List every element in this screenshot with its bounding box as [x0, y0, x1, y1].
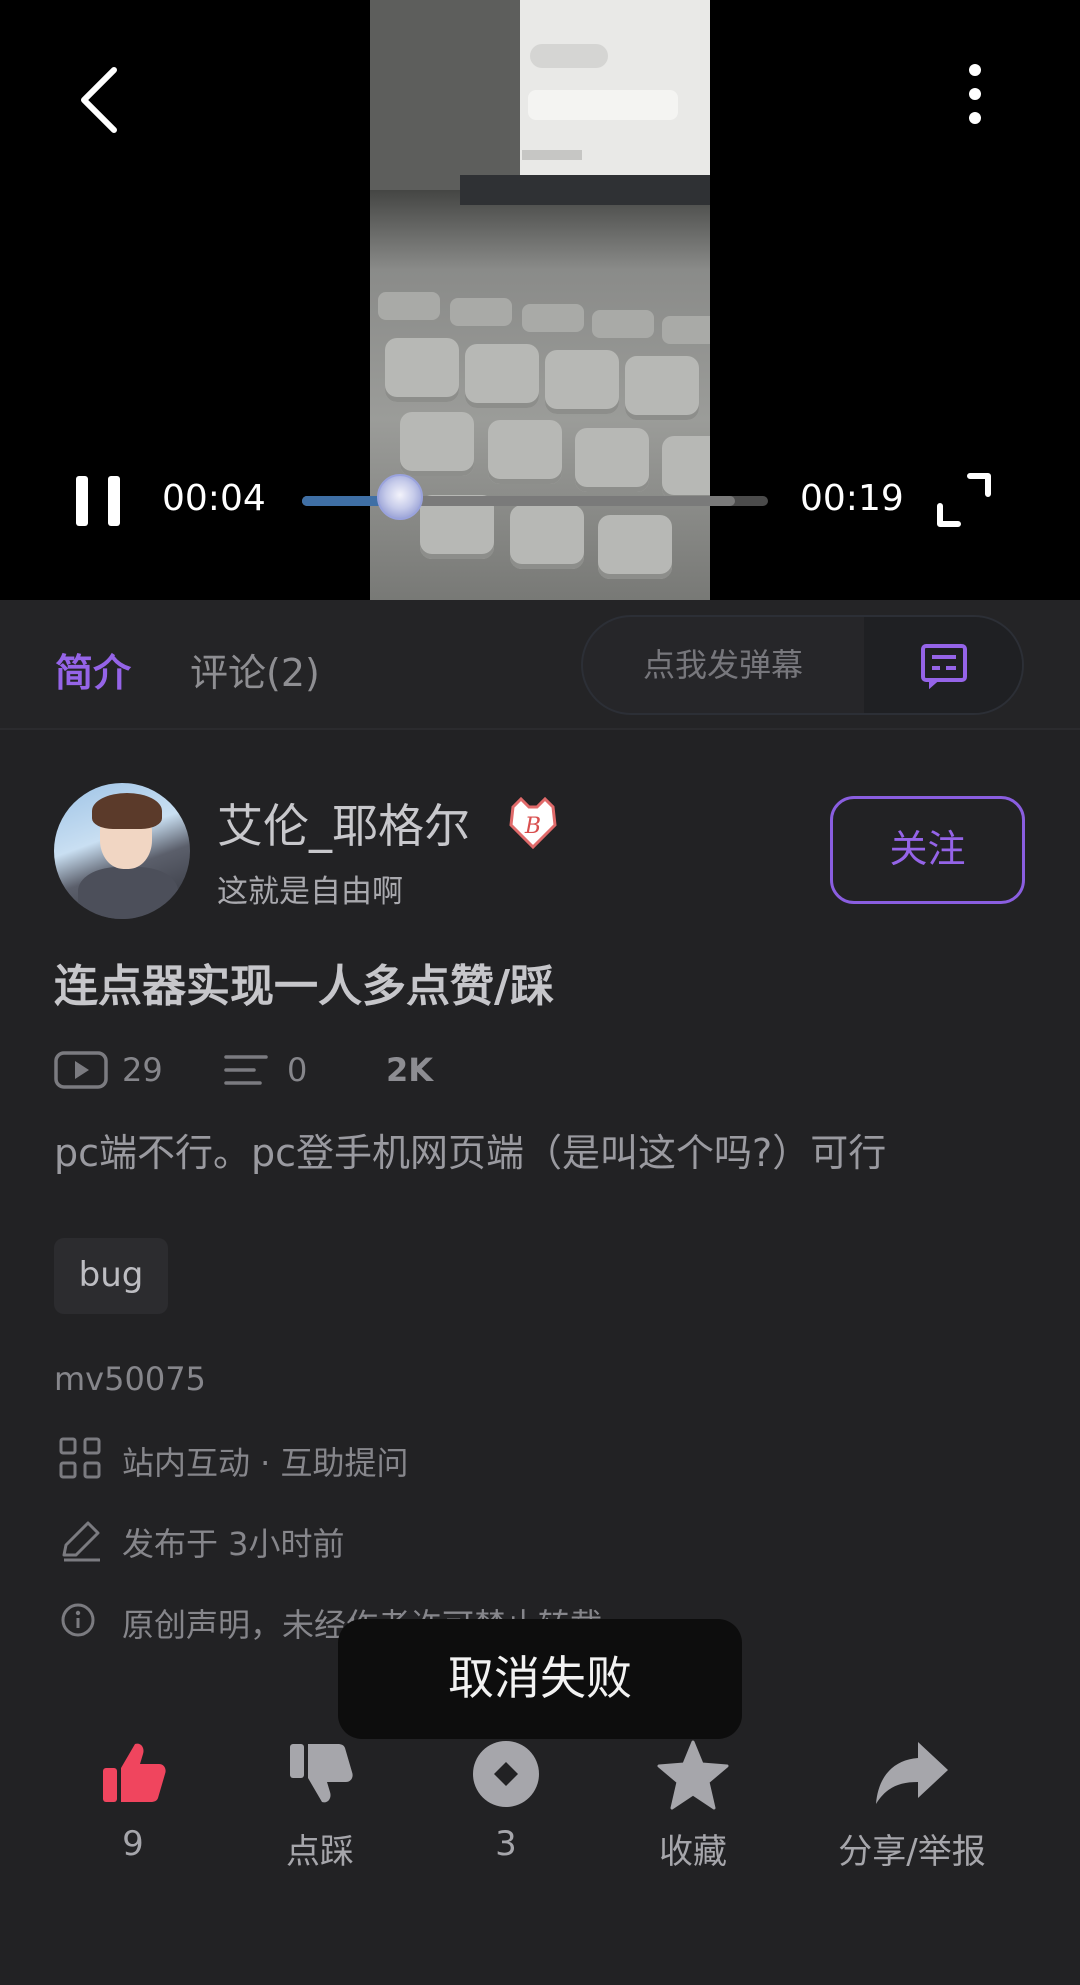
- thumbs-down-icon: [290, 1744, 353, 1803]
- pencil-icon: [62, 1521, 100, 1562]
- danmaku-count: 0: [287, 1051, 308, 1089]
- back-arrow-icon[interactable]: [74, 60, 134, 140]
- author-signature: 这就是自由啊: [217, 874, 403, 910]
- level-badge-icon: B: [509, 796, 557, 850]
- post-id: mv50075: [54, 1360, 206, 1398]
- published-text: 发布于 3小时前: [122, 1525, 345, 1563]
- post-description: pc端不行。pc登手机网页端（是叫这个吗?）可行: [54, 1131, 887, 1175]
- total-time: 00:19: [800, 478, 904, 519]
- coin-icon: [473, 1741, 539, 1807]
- like-button[interactable]: 9: [33, 1720, 233, 1880]
- thumbs-up-icon: [103, 1743, 166, 1802]
- extra-stat: 2K: [386, 1051, 434, 1089]
- more-vertical-icon[interactable]: [955, 62, 995, 132]
- follow-button[interactable]: 关注: [830, 796, 1025, 904]
- coin-count: 3: [495, 1824, 517, 1864]
- danmaku-count-icon: [224, 1055, 268, 1085]
- share-arrow-icon: [876, 1742, 948, 1804]
- play-count-icon: [54, 1051, 108, 1089]
- tab-intro[interactable]: 简介: [55, 642, 131, 697]
- action-bar: 9 点踩 3 收藏 分享/举报: [0, 1720, 1080, 1880]
- category-text: 站内互动 · 互助提问: [122, 1444, 409, 1482]
- like-count: 9: [122, 1824, 144, 1864]
- tag-chip[interactable]: bug: [54, 1238, 168, 1314]
- grid-icon: [59, 1437, 101, 1479]
- tab-bar: 简介 评论(2) 点我发弹幕: [0, 600, 1080, 730]
- dislike-button[interactable]: 点踩: [220, 1720, 420, 1880]
- current-time: 00:04: [162, 478, 266, 519]
- video-player[interactable]: 00:04 00:19: [0, 0, 1080, 600]
- play-count: 29: [122, 1051, 163, 1089]
- danmaku-input[interactable]: 点我发弹幕: [583, 617, 863, 713]
- pause-icon[interactable]: [72, 472, 124, 530]
- danmaku-box: 点我发弹幕: [581, 615, 1024, 715]
- favorite-button[interactable]: 收藏: [593, 1720, 793, 1880]
- info-icon: [61, 1603, 95, 1637]
- toast-message: 取消失败: [338, 1619, 742, 1739]
- avatar[interactable]: [54, 783, 190, 919]
- post-title: 连点器实现一人多点赞/踩: [54, 961, 555, 1012]
- coin-button[interactable]: 3: [406, 1720, 606, 1880]
- share-button[interactable]: 分享/举报: [812, 1720, 1012, 1880]
- seek-thumb[interactable]: [376, 474, 423, 520]
- dislike-label: 点踩: [286, 1832, 354, 1872]
- star-icon: [657, 1740, 729, 1810]
- danmaku-send-button[interactable]: [864, 617, 1022, 713]
- tab-comments[interactable]: 评论(2): [190, 642, 320, 697]
- svg-text:B: B: [524, 814, 541, 839]
- video-frame: [370, 0, 710, 600]
- fullscreen-icon[interactable]: [936, 472, 992, 528]
- share-label: 分享/举报: [838, 1832, 986, 1872]
- favorite-label: 收藏: [659, 1832, 727, 1872]
- seek-bar[interactable]: [302, 474, 768, 520]
- danmaku-icon: [921, 644, 967, 689]
- author-name[interactable]: 艾伦_耶格尔: [217, 790, 470, 856]
